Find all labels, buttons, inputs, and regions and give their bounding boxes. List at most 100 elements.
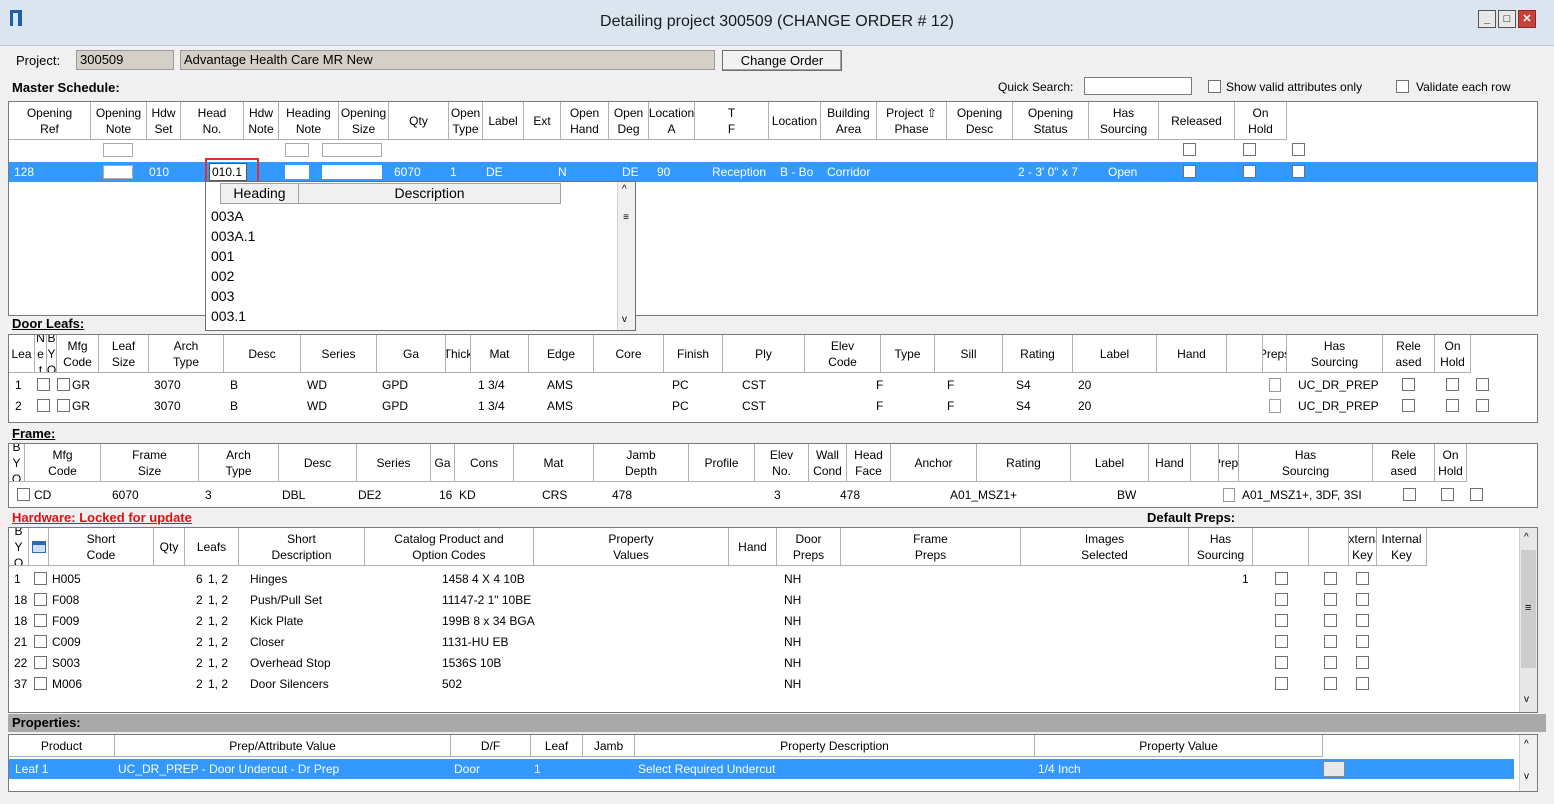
hardware-header-4[interactable]: Leafs <box>185 528 239 566</box>
hw-byo-checkbox[interactable] <box>34 656 47 669</box>
door-header-12[interactable]: Core <box>594 335 664 373</box>
master-header-11[interactable]: Open Hand <box>561 102 609 140</box>
project-number-field[interactable]: 300509 <box>76 50 174 70</box>
master-header-16[interactable]: Building Area <box>821 102 877 140</box>
master-header-7[interactable]: Qty <box>389 102 449 140</box>
hw-door-prep-checkbox[interactable] <box>1324 635 1337 648</box>
properties-header-0[interactable]: Product <box>9 735 115 757</box>
door-header-13[interactable]: Finish <box>664 335 723 373</box>
door-header-4[interactable]: Leaf Size <box>99 335 149 373</box>
master-header-20[interactable]: Has Sourcing <box>1089 102 1159 140</box>
door-header-1[interactable]: N e t <box>35 335 47 373</box>
frame-header-7[interactable]: Cons <box>455 444 514 482</box>
door-header-7[interactable]: Series <box>301 335 377 373</box>
on-hold-checkbox[interactable] <box>1292 165 1305 178</box>
door-released-checkbox[interactable] <box>1446 399 1459 412</box>
hardware-row[interactable]: 18 F008 2 1, 2 Push/Pull Set 11147-2 1" 10BE N… <box>9 590 1509 610</box>
maximize-button[interactable]: □ <box>1498 10 1516 28</box>
door-header-10[interactable]: Mat <box>471 335 529 373</box>
dropdown-item[interactable]: 003A <box>211 206 244 226</box>
head-no-input[interactable]: 010.1 <box>209 163 247 181</box>
master-header-12[interactable]: Open Deg <box>609 102 649 140</box>
frame-header-17[interactable]: Hand <box>1149 444 1191 482</box>
properties-header-6[interactable]: Property Value <box>1035 735 1323 757</box>
hw-frame-prep-checkbox[interactable] <box>1356 656 1369 669</box>
properties-header-5[interactable]: Property Description <box>635 735 1035 757</box>
hardware-header-5[interactable]: Short Description <box>239 528 365 566</box>
hw-has-sourcing-checkbox[interactable] <box>1275 572 1288 585</box>
door-header-3[interactable]: Mfg Code <box>57 335 99 373</box>
dropdown-item[interactable]: 002 <box>211 266 234 286</box>
frame-header-20[interactable]: Has Sourcing <box>1239 444 1373 482</box>
hw-byo-checkbox[interactable] <box>34 677 47 690</box>
master-header-17[interactable]: Project ⇧ Phase <box>877 102 947 140</box>
frame-header-19[interactable]: Preps <box>1219 444 1239 482</box>
door-has-sourcing-checkbox[interactable] <box>1402 399 1415 412</box>
door-net-checkbox[interactable] <box>37 399 50 412</box>
master-header-5[interactable]: Heading Note <box>279 102 339 140</box>
door-header-23[interactable]: Has Sourcing <box>1287 335 1383 373</box>
frame-header-15[interactable]: Rating <box>977 444 1071 482</box>
door-note-icon[interactable] <box>1269 399 1281 413</box>
frame-on-hold-checkbox[interactable] <box>1470 488 1483 501</box>
master-header-3[interactable]: Head No. <box>181 102 244 140</box>
minimize-button[interactable]: _ <box>1478 10 1496 28</box>
scroll-up-icon[interactable]: ^ <box>1524 532 1529 543</box>
properties-header-1[interactable]: Prep/Attribute Value <box>115 735 451 757</box>
door-on-hold-checkbox[interactable] <box>1476 399 1489 412</box>
master-header-21[interactable]: Released <box>1159 102 1235 140</box>
frame-note-icon[interactable] <box>1223 488 1235 502</box>
door-header-25[interactable]: On Hold <box>1435 335 1471 373</box>
door-header-6[interactable]: Desc <box>224 335 301 373</box>
door-header-8[interactable]: Ga <box>377 335 446 373</box>
frame-released-checkbox[interactable] <box>1441 488 1454 501</box>
frame-has-sourcing-checkbox[interactable] <box>1403 488 1416 501</box>
hardware-header-12[interactable]: Has Sourcing <box>1189 528 1253 566</box>
opening-note-icon[interactable] <box>103 165 133 179</box>
frame-header-8[interactable]: Mat <box>514 444 594 482</box>
dropdown-scrollbar[interactable]: ^ ≡ v <box>617 182 635 330</box>
door-leaf-row[interactable]: 1 GR 3070 B WD GPD 1 3/4 AMS PC CST F F S4 20 UC_DR_PR… <box>9 375 1537 395</box>
properties-scrollbar[interactable]: ^ v <box>1519 735 1537 791</box>
door-header-22[interactable]: Preps <box>1263 335 1287 373</box>
frame-header-9[interactable]: Jamb Depth <box>594 444 689 482</box>
scroll-down-icon[interactable]: v <box>1524 771 1529 782</box>
door-leafs-grid[interactable]: Lea N e tB Y O Mfg Code Leaf Size Arch Type D… <box>8 334 1538 423</box>
frame-header-5[interactable]: Series <box>357 444 431 482</box>
master-header-2[interactable]: Hdw Set <box>147 102 181 140</box>
door-header-2[interactable]: B Y O <box>47 335 57 373</box>
door-header-0[interactable]: Lea <box>9 335 35 373</box>
frame-header-2[interactable]: Frame Size <box>101 444 199 482</box>
hardware-header-1[interactable] <box>29 528 49 566</box>
scroll-up-icon[interactable]: ^ <box>622 184 627 195</box>
hardware-scrollbar[interactable]: ^ ≡ v <box>1519 528 1537 712</box>
frame-header-6[interactable]: Ga <box>431 444 455 482</box>
hw-byo-checkbox[interactable] <box>34 572 47 585</box>
hardware-header-8[interactable]: Hand <box>729 528 777 566</box>
hw-has-sourcing-checkbox[interactable] <box>1275 635 1288 648</box>
frame-byo-checkbox[interactable] <box>17 488 30 501</box>
frame-header-4[interactable]: Desc <box>279 444 357 482</box>
door-header-5[interactable]: Arch Type <box>149 335 224 373</box>
properties-header-2[interactable]: D/F <box>451 735 531 757</box>
door-header-24[interactable]: Rele ased <box>1383 335 1435 373</box>
project-name-field[interactable]: Advantage Health Care MR New <box>180 50 715 70</box>
scroll-down-icon[interactable]: v <box>1524 694 1529 705</box>
door-byo-checkbox[interactable] <box>57 378 70 391</box>
change-order-button[interactable]: Change Order <box>722 50 842 71</box>
frame-header-14[interactable]: Anchor <box>891 444 977 482</box>
hw-door-prep-checkbox[interactable] <box>1324 593 1337 606</box>
released-checkbox[interactable] <box>1243 165 1256 178</box>
hdw-note-icon[interactable] <box>285 165 309 179</box>
frame-header-21[interactable]: Rele ased <box>1373 444 1435 482</box>
heading-dropdown[interactable]: Heading Description 003A 003A.1 001 002 003 0… <box>205 181 636 331</box>
hw-byo-checkbox[interactable] <box>34 593 47 606</box>
frame-header-12[interactable]: Wall Cond <box>809 444 847 482</box>
master-header-9[interactable]: Label <box>483 102 524 140</box>
frame-header-10[interactable]: Profile <box>689 444 755 482</box>
hardware-header-9[interactable]: Door Preps <box>777 528 841 566</box>
master-header-10[interactable]: Ext <box>524 102 561 140</box>
hw-door-prep-checkbox[interactable] <box>1324 614 1337 627</box>
frame-grid[interactable]: B Y O Mfg Code Frame Size Arch Type Desc Seri… <box>8 443 1538 508</box>
on-hold-filter-checkbox[interactable] <box>1292 143 1305 156</box>
